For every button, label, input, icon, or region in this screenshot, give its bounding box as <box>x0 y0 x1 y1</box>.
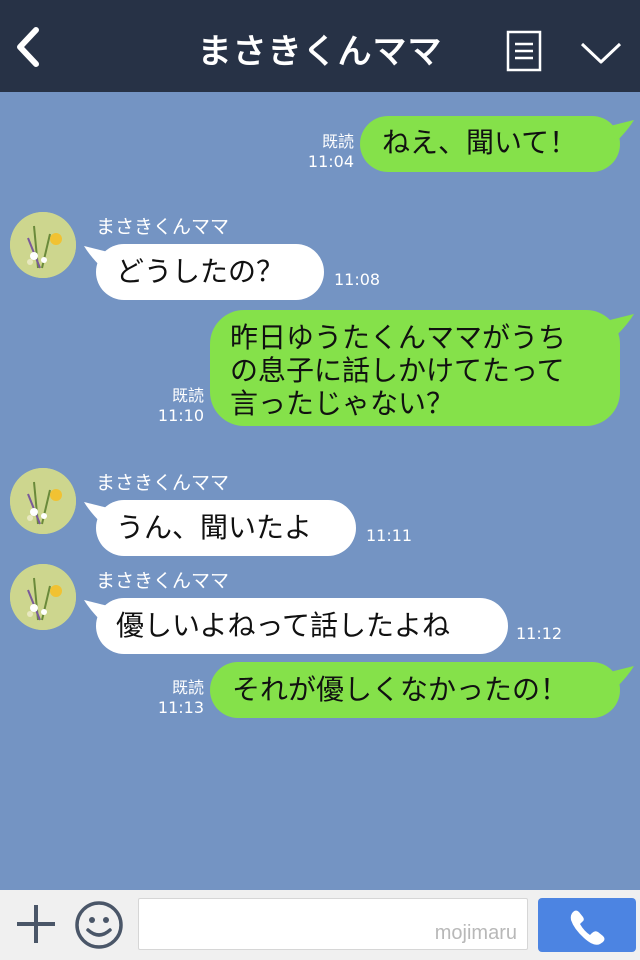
phone-icon <box>570 910 605 945</box>
message-time: 11:04 <box>307 152 354 171</box>
chevron-down-icon <box>580 42 622 64</box>
avatar[interactable] <box>10 212 76 278</box>
message-meta: 既読 11:10 <box>156 386 204 426</box>
expand-button[interactable] <box>578 38 624 68</box>
emoji-button[interactable] <box>74 900 124 950</box>
plus-icon <box>17 905 55 943</box>
chevron-left-icon <box>17 27 39 67</box>
message-meta: 既読 11:04 <box>306 132 354 172</box>
flower-avatar-icon <box>10 212 76 278</box>
message-text: うん、聞いたよ <box>116 511 313 544</box>
message-line: 言ったじゃない？ <box>230 387 455 420</box>
message-line: の息子に話しかけてたって <box>230 354 565 387</box>
smiley-icon <box>75 901 123 949</box>
read-receipt: 既読 <box>171 678 204 697</box>
avatar[interactable] <box>10 468 76 534</box>
message-bubble[interactable]: 昨日ゆうたくんママがうち の息子に話しかけてたって 言ったじゃない？ <box>210 310 634 426</box>
message-time: 11:12 <box>516 624 563 643</box>
avatar[interactable] <box>10 564 76 630</box>
message-input[interactable]: mojimaru <box>138 898 528 950</box>
message-text: ねえ、聞いて！ <box>382 126 578 159</box>
message-bubble[interactable]: ねえ、聞いて！ <box>360 116 634 172</box>
sender-name: まさきくんママ <box>96 216 230 238</box>
message-line: 昨日ゆうたくんママがうち <box>230 321 567 354</box>
message-time: 11:08 <box>334 270 381 289</box>
read-receipt: 既読 <box>171 386 204 405</box>
chat-header: まさきくんママ <box>0 0 640 92</box>
bubble-tail <box>84 246 108 268</box>
back-button[interactable] <box>10 22 50 72</box>
add-button[interactable] <box>14 902 58 946</box>
message-time: 11:13 <box>157 698 204 717</box>
bubble-tail <box>84 600 108 622</box>
message-time: 11:11 <box>366 526 413 545</box>
message-bubble[interactable]: うん、聞いたよ <box>84 500 356 556</box>
read-receipt: 既読 <box>321 132 354 151</box>
sender-name: まさきくんママ <box>96 472 230 494</box>
bubble-tail <box>610 120 634 142</box>
bubble-tail <box>610 666 634 688</box>
message-bubble[interactable]: 優しいよねって話したよね <box>84 598 508 654</box>
message-text: それが優しくなかったの！ <box>232 673 569 706</box>
menu-button[interactable] <box>506 30 542 72</box>
chat-area[interactable]: 既読 11:04 ねえ、聞いて！ まさきくんママ どうしたの？ 11:08 既読… <box>0 92 640 890</box>
chat-title: まさきくんママ <box>197 32 443 72</box>
message-text: 優しいよねって話したよね <box>116 609 451 642</box>
message-bubble[interactable]: どうしたの？ <box>84 244 324 300</box>
call-button[interactable] <box>538 898 636 952</box>
bubble-tail <box>610 314 634 336</box>
message-bubble[interactable]: それが優しくなかったの！ <box>210 662 634 718</box>
flower-avatar-icon <box>10 468 76 534</box>
menu-list-icon <box>506 30 542 72</box>
flower-avatar-icon <box>10 564 76 630</box>
watermark-text: mojimaru <box>434 922 517 944</box>
sender-name: まさきくんママ <box>96 570 230 592</box>
message-meta: 既読 11:13 <box>156 678 204 718</box>
message-time: 11:10 <box>157 406 204 425</box>
message-text: どうしたの？ <box>116 255 285 288</box>
bubble-tail <box>84 502 108 524</box>
